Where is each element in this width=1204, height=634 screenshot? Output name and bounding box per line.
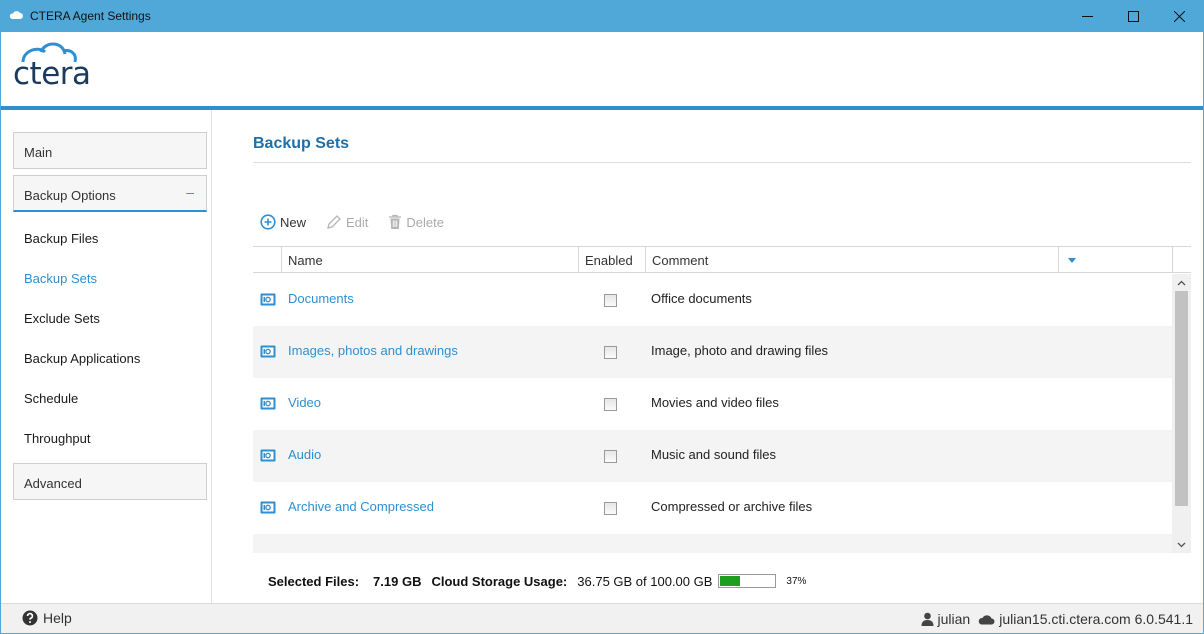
- logo-text: ctera: [13, 56, 91, 92]
- row-comment: Office documents: [651, 291, 752, 306]
- column-comment[interactable]: Comment: [645, 247, 1058, 273]
- sidebar-item-backup-sets[interactable]: Backup Sets: [24, 271, 97, 286]
- connection-info: julian julian15.cti.ctera.com 6.0.541.1: [921, 611, 1193, 627]
- sidebar-item-backup-files[interactable]: Backup Files: [24, 231, 98, 246]
- new-button-label: New: [280, 214, 307, 230]
- help-icon: [22, 610, 38, 626]
- collapse-icon[interactable]: –: [186, 184, 194, 200]
- usage-progress-fill: [720, 576, 741, 586]
- trash-icon: [389, 214, 402, 229]
- column-name[interactable]: Name: [281, 247, 578, 273]
- row-comment: Image, photo and drawing files: [651, 343, 829, 358]
- dropdown-arrow-icon: [1068, 258, 1076, 263]
- table-row[interactable]: Images, photos and drawings Image, photo…: [253, 326, 1172, 378]
- backup-set-icon: [260, 293, 276, 306]
- backup-set-icon: [260, 345, 276, 358]
- usage-progress-bar: [718, 574, 777, 588]
- row-name-link[interactable]: Images, photos and drawings: [288, 343, 458, 358]
- chevron-up-icon: [1177, 280, 1186, 285]
- close-button[interactable]: [1156, 0, 1202, 32]
- table-row[interactable]: Video Movies and video files: [253, 378, 1172, 430]
- title-bar: CTERA Agent Settings: [0, 0, 1204, 32]
- column-menu[interactable]: [1058, 247, 1173, 273]
- sidebar-item-throughput[interactable]: Throughput: [24, 431, 91, 446]
- cloud-usage-value: 36.75 GB of 100.00 GB: [577, 573, 713, 589]
- row-comment: Music and sound files: [651, 447, 777, 462]
- sidebar-item-backup-applications[interactable]: Backup Applications: [24, 351, 140, 366]
- sidebar-advanced-label: Advanced: [24, 476, 82, 491]
- sidebar-item-exclude-sets[interactable]: Exclude Sets: [24, 311, 100, 326]
- table-row[interactable]: Audio Music and sound files: [253, 430, 1172, 482]
- row-enabled-checkbox[interactable]: [604, 346, 617, 359]
- maximize-icon: [1127, 10, 1139, 22]
- table-row[interactable]: Archive and Compressed Compressed or arc…: [253, 482, 1172, 534]
- sidebar-backup-options[interactable]: Backup Options –: [13, 175, 207, 212]
- plus-circle-icon: [260, 214, 276, 230]
- row-comment: Compressed or archive files: [651, 499, 813, 514]
- selected-files-value: 7.19 GB: [373, 573, 422, 589]
- user-icon: [921, 612, 934, 626]
- sidebar: Main Backup Options – Backup Files Backu…: [1, 110, 212, 603]
- row-enabled-checkbox[interactable]: [604, 398, 617, 411]
- cloud-icon: [978, 614, 995, 624]
- table-rows: Documents Office documents Images, photo…: [253, 274, 1172, 553]
- column-name-label: Name: [288, 253, 323, 268]
- row-name-link[interactable]: Documents: [288, 291, 354, 306]
- table-row: [253, 534, 1172, 553]
- edit-button[interactable]: Edit: [326, 214, 368, 230]
- edit-button-label: Edit: [346, 214, 369, 230]
- row-name-link[interactable]: Video: [288, 395, 321, 410]
- column-enabled-label: Enabled: [585, 253, 633, 268]
- logo-header: ctera: [1, 32, 1203, 106]
- pencil-icon: [327, 215, 341, 229]
- row-comment: Movies and video files: [651, 395, 779, 410]
- delete-button[interactable]: Delete: [388, 214, 444, 230]
- user-name: julian: [937, 611, 971, 627]
- column-comment-label: Comment: [652, 253, 709, 268]
- table-header: Name Enabled Comment: [253, 247, 1191, 273]
- maximize-button[interactable]: [1110, 0, 1156, 32]
- usage-percent: 37%: [786, 575, 807, 587]
- chevron-down-icon: [1177, 542, 1186, 547]
- new-button[interactable]: New: [260, 214, 306, 230]
- delete-button-label: Delete: [406, 214, 444, 230]
- backup-sets-table: Name Enabled Comment Documents Office do…: [253, 246, 1191, 553]
- table-scrollbar[interactable]: [1172, 274, 1191, 553]
- row-enabled-checkbox[interactable]: [604, 450, 617, 463]
- scroll-up-button[interactable]: [1172, 274, 1191, 291]
- storage-stats: Selected Files: 7.19 GB Cloud Storage Us…: [268, 573, 806, 589]
- scroll-thumb[interactable]: [1175, 291, 1188, 506]
- scroll-down-button[interactable]: [1172, 536, 1191, 553]
- help-label: Help: [43, 610, 72, 626]
- backup-set-icon: [260, 449, 276, 462]
- column-enabled[interactable]: Enabled: [578, 247, 645, 273]
- sidebar-main[interactable]: Main: [13, 132, 207, 169]
- row-enabled-checkbox[interactable]: [604, 502, 617, 515]
- status-bar: Help julian julian15.cti.ctera.com 6.0.5…: [1, 603, 1203, 633]
- minimize-button[interactable]: [1064, 0, 1110, 32]
- header-spacer: [1172, 247, 1191, 273]
- table-row[interactable]: Documents Office documents: [253, 274, 1172, 326]
- server-info: julian15.cti.ctera.com 6.0.541.1: [999, 611, 1193, 627]
- selected-files-label: Selected Files:: [268, 573, 360, 589]
- backup-set-icon: [260, 397, 276, 410]
- row-name-link[interactable]: Archive and Compressed: [288, 499, 434, 514]
- backup-set-icon: [260, 501, 276, 514]
- sidebar-item-schedule[interactable]: Schedule: [24, 391, 78, 406]
- cloud-icon: [9, 11, 23, 19]
- close-icon: [1173, 10, 1185, 22]
- cloud-usage-label: Cloud Storage Usage:: [431, 573, 568, 589]
- ctera-logo: ctera: [13, 42, 103, 92]
- minimize-icon: [1081, 15, 1093, 17]
- window-title: CTERA Agent Settings: [30, 9, 151, 23]
- page-title: Backup Sets: [253, 135, 350, 152]
- row-name-link[interactable]: Audio: [288, 447, 321, 462]
- sidebar-advanced[interactable]: Advanced: [13, 463, 207, 500]
- toolbar: New Edit Delete: [260, 212, 464, 232]
- help-link[interactable]: Help: [22, 610, 72, 626]
- row-enabled-checkbox[interactable]: [604, 294, 617, 307]
- title-divider: [253, 162, 1191, 163]
- sidebar-main-label: Main: [24, 145, 53, 160]
- sidebar-backup-options-label: Backup Options: [24, 188, 116, 203]
